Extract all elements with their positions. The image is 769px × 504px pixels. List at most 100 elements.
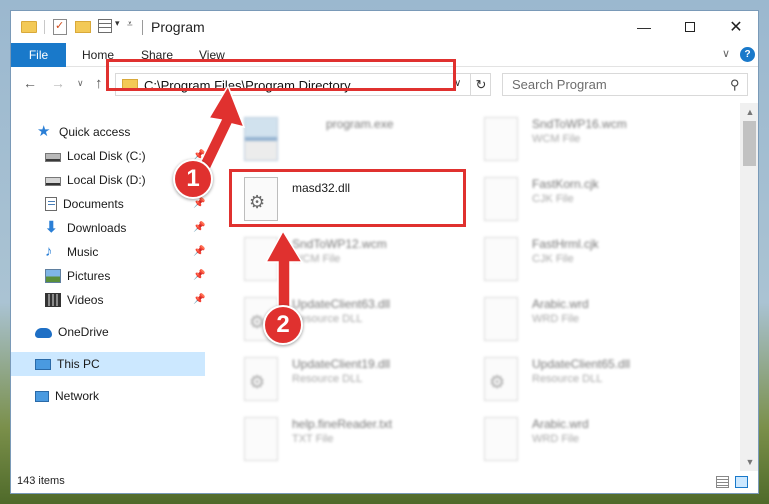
item-count: 143 items xyxy=(17,475,65,487)
sidebar-item-this-pc[interactable]: This PC xyxy=(35,353,100,375)
details-view-icon[interactable] xyxy=(716,476,729,488)
file-item[interactable]: help.fineReader.txt TXT File xyxy=(244,417,474,471)
sidebar-item-network[interactable]: Network xyxy=(35,385,99,407)
file-icon xyxy=(484,117,518,161)
search-icon: ⚲ xyxy=(730,77,740,92)
recent-locations-icon[interactable]: ∨ xyxy=(77,78,84,89)
file-name: SndToWP16.wcm xyxy=(532,117,627,131)
file-icon xyxy=(484,237,518,281)
computer-icon xyxy=(35,358,51,370)
file-type: WRD File xyxy=(532,433,580,445)
large-icons-view-icon[interactable] xyxy=(735,476,748,488)
sidebar-item-pictures[interactable]: Pictures xyxy=(45,265,110,287)
sidebar-item-label: OneDrive xyxy=(58,325,109,339)
sidebar-item-label: This PC xyxy=(57,357,100,371)
sidebar-item-music[interactable]: ♪ Music xyxy=(45,241,98,263)
file-item[interactable]: SndToWP16.wcm WCM File xyxy=(484,117,714,173)
title-bar: ▾ ⩡ Program — ✕ xyxy=(11,11,758,43)
sidebar-item-local-disk-d[interactable]: Local Disk (D:) xyxy=(45,169,146,191)
view-layout-icon[interactable] xyxy=(98,19,112,33)
maximize-button[interactable] xyxy=(667,11,713,43)
sidebar-item-label: Network xyxy=(55,389,100,403)
scroll-thumb[interactable] xyxy=(743,121,756,166)
videos-icon xyxy=(45,293,61,307)
properties-icon[interactable] xyxy=(53,19,67,35)
file-name: UpdateClient19.dll xyxy=(292,357,391,371)
window-title: Program xyxy=(151,19,205,35)
pin-icon[interactable]: 📌 xyxy=(193,222,205,233)
file-name: Arabic.wrd xyxy=(532,297,589,311)
sidebar-item-documents[interactable]: Documents xyxy=(45,193,124,215)
local-disk-icon xyxy=(45,177,61,186)
sidebar-item-downloads[interactable]: ⬇ Downloads xyxy=(45,217,126,239)
file-type: WCM File xyxy=(292,253,341,265)
vertical-scrollbar[interactable]: ▲ ▼ xyxy=(740,103,758,471)
tab-file[interactable]: File xyxy=(11,43,66,67)
file-name: FastHrml.cjk xyxy=(532,237,599,251)
step-1-badge: 1 xyxy=(173,159,213,199)
pin-icon[interactable]: 📌 xyxy=(193,294,205,305)
file-highlight-box xyxy=(229,169,466,227)
status-bar: 143 items xyxy=(11,471,758,493)
exe-icon xyxy=(244,117,278,161)
pin-icon[interactable]: 📌 xyxy=(193,246,205,257)
file-type: WCM File xyxy=(532,133,581,145)
file-icon xyxy=(484,417,518,461)
file-item[interactable]: program.exe xyxy=(244,117,474,173)
sidebar-item-label: Quick access xyxy=(59,125,131,139)
up-button[interactable]: ↑ xyxy=(95,75,103,92)
sidebar-item-videos[interactable]: Videos xyxy=(45,289,103,311)
scroll-up-icon[interactable]: ▲ xyxy=(740,107,758,117)
file-type: WRD File xyxy=(532,313,580,325)
help-icon[interactable]: ? xyxy=(740,47,755,62)
sidebar-item-local-disk-c[interactable]: Local Disk (C:) xyxy=(45,145,146,167)
file-name: UpdateClient63.dll xyxy=(292,297,391,311)
folder-icon xyxy=(21,21,37,33)
sidebar-item-label: Pictures xyxy=(67,269,111,283)
file-icon xyxy=(484,177,518,221)
file-type: Resource DLL xyxy=(532,373,603,385)
title-divider xyxy=(142,20,143,35)
downloads-icon: ⬇ xyxy=(45,219,58,236)
file-item[interactable]: SndToWP12.wcm WCM File xyxy=(244,237,474,293)
file-item[interactable]: Arabic.wrd WRD File xyxy=(484,297,714,353)
refresh-button[interactable]: ↻ xyxy=(470,74,491,95)
sidebar-item-onedrive[interactable]: OneDrive xyxy=(35,321,109,343)
dll-gear-icon xyxy=(484,357,518,401)
file-name: UpdateClient65.dll xyxy=(532,357,631,371)
close-button[interactable]: ✕ xyxy=(713,11,758,43)
pictures-icon xyxy=(45,269,61,283)
sidebar-item-label: Documents xyxy=(63,197,124,211)
file-type: CJK File xyxy=(532,193,574,205)
expand-ribbon-icon[interactable]: ∨ xyxy=(722,47,730,60)
file-item[interactable]: FastHrml.cjk CJK File xyxy=(484,237,714,293)
search-placeholder: Search Program xyxy=(512,77,607,92)
new-folder-icon[interactable] xyxy=(75,21,91,33)
file-type: CJK File xyxy=(532,253,574,265)
step-2-badge: 2 xyxy=(263,305,303,345)
scroll-down-icon[interactable]: ▼ xyxy=(740,457,758,467)
file-list: program.exe SndToWP16.wcm WCM File masd3… xyxy=(208,103,740,471)
chevron-down-icon[interactable]: ▾ xyxy=(115,18,120,29)
file-icon xyxy=(244,417,278,461)
minimize-button[interactable]: — xyxy=(621,11,667,43)
search-input[interactable]: Search Program ⚲ xyxy=(502,73,748,96)
maximize-icon xyxy=(685,22,695,32)
file-item[interactable]: Arabic.wrd WRD File xyxy=(484,417,714,471)
sidebar-item-label: Downloads xyxy=(67,221,127,235)
sidebar-item-label: Local Disk (C:) xyxy=(67,149,146,163)
back-button[interactable]: ← xyxy=(23,75,37,91)
customize-toolbar-icon[interactable]: ⩡ xyxy=(127,19,133,30)
file-item[interactable]: FastKorn.cjk CJK File xyxy=(484,177,714,233)
file-icon xyxy=(244,237,278,281)
file-item[interactable]: UpdateClient19.dll Resource DLL xyxy=(244,357,474,413)
pin-icon[interactable]: 📌 xyxy=(193,198,205,209)
pin-icon[interactable]: 📌 xyxy=(193,270,205,281)
sidebar-item-label: Local Disk (D:) xyxy=(67,173,146,187)
file-name: help.fineReader.txt xyxy=(292,417,393,431)
navigation-pane: ★ Quick access Local Disk (C:) 📌 Local D… xyxy=(11,103,208,469)
forward-button[interactable]: → xyxy=(51,75,65,91)
network-icon xyxy=(35,390,49,402)
sidebar-item-quick-access[interactable]: ★ Quick access xyxy=(37,121,130,143)
file-item[interactable]: UpdateClient65.dll Resource DLL xyxy=(484,357,714,413)
